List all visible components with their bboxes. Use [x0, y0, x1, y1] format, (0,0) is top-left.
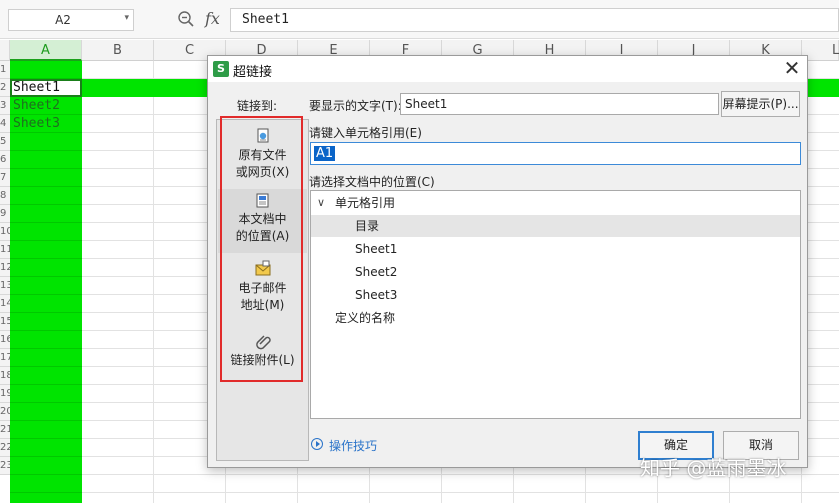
tree-group-cell-reference[interactable]: ∨ 单元格引用 — [311, 192, 800, 214]
tree-item-label: 目录 — [355, 219, 380, 233]
file-web-icon — [257, 128, 268, 143]
location-tree[interactable]: ∨ 单元格引用 目录 Sheet1 Sheet2 Sheet3 定义的名称 — [310, 190, 801, 419]
row-header[interactable]: 17 — [0, 349, 10, 367]
screen-tip-button[interactable]: 屏幕提示(P)... — [721, 91, 800, 117]
row-header[interactable]: 9 — [0, 205, 10, 223]
name-box-value: A2 — [55, 13, 71, 27]
column-header-a[interactable]: A — [10, 40, 82, 61]
link-option-label: 的位置(A) — [235, 229, 290, 243]
row-header[interactable]: 22 — [0, 439, 10, 457]
chevron-down-icon[interactable]: ∨ — [317, 192, 325, 214]
row-header[interactable]: 16 — [0, 331, 10, 349]
tips-link[interactable]: 操作技巧 — [311, 437, 377, 454]
play-circle-icon — [311, 438, 323, 450]
close-icon[interactable]: ✕ — [779, 56, 805, 82]
tree-item-sheet1[interactable]: Sheet1 — [311, 238, 800, 260]
location-label: 请选择文档中的位置(C) — [309, 175, 435, 189]
row-header[interactable]: 5 — [0, 133, 10, 151]
watermark: 知乎 @蓝雨墨冰 — [640, 456, 787, 480]
link-option-this-document[interactable]: 本文档中 的位置(A) — [218, 189, 307, 253]
row-header[interactable]: 23 — [0, 457, 10, 475]
cell-ref-label: 请键入单元格引用(E) — [309, 126, 422, 140]
link-option-email[interactable]: 电子邮件 地址(M) — [218, 258, 307, 320]
dialog-title: 超链接 — [233, 65, 273, 80]
row-header[interactable]: 20 — [0, 403, 10, 421]
cell-ref-value: A1 — [314, 146, 336, 161]
paperclip-icon — [255, 335, 271, 350]
row-header[interactable]: 4 — [0, 115, 10, 133]
display-text-input[interactable]: Sheet1 — [400, 93, 719, 115]
row-header[interactable]: 14 — [0, 295, 10, 313]
row-header[interactable]: 13 — [0, 277, 10, 295]
row-header[interactable]: 19 — [0, 385, 10, 403]
tree-group-label: 定义的名称 — [335, 311, 396, 325]
cell-a3[interactable]: Sheet2 — [13, 97, 60, 115]
formula-value: Sheet1 — [242, 12, 289, 27]
row-header[interactable]: 10 — [0, 223, 10, 241]
row-header[interactable]: 8 — [0, 187, 10, 205]
wps-app-icon: S — [213, 61, 229, 77]
dialog-titlebar[interactable]: S 超链接 ✕ — [208, 56, 807, 82]
tree-group-label: 单元格引用 — [335, 196, 396, 210]
corner-header[interactable] — [0, 40, 10, 61]
hyperlink-dialog: S 超链接 ✕ 链接到: 原有文件 或网页(X) 本文档中 的位置(A) 电子邮… — [207, 55, 808, 468]
row-header[interactable]: 11 — [0, 241, 10, 259]
fx-icon[interactable]: fx — [205, 9, 220, 28]
cell-a2[interactable]: Sheet1 — [13, 79, 60, 97]
tree-item-sheet3[interactable]: Sheet3 — [311, 284, 800, 306]
link-option-label: 链接附件(L) — [230, 353, 295, 367]
email-icon — [255, 260, 270, 276]
tree-item-label: Sheet2 — [355, 265, 398, 279]
link-to-panel: 原有文件 或网页(X) 本文档中 的位置(A) 电子邮件 地址(M) 链接附件(… — [216, 119, 309, 461]
tree-item-label: Sheet1 — [355, 242, 398, 256]
document-place-icon — [256, 193, 268, 208]
row-header[interactable]: 6 — [0, 151, 10, 169]
link-option-existing-file[interactable]: 原有文件 或网页(X) — [218, 125, 307, 187]
link-option-label: 电子邮件 — [238, 281, 287, 295]
formula-bar: A2 ▾ fx Sheet1 — [0, 0, 839, 39]
cell-a4[interactable]: Sheet3 — [13, 115, 60, 133]
tree-item-contents[interactable]: 目录 — [311, 215, 800, 237]
row-header[interactable]: 2 — [0, 79, 10, 97]
tree-item-sheet2[interactable]: Sheet2 — [311, 261, 800, 283]
link-option-label: 本文档中 — [238, 212, 287, 226]
name-box[interactable]: A2 ▾ — [8, 9, 134, 31]
link-option-label: 原有文件 — [238, 148, 287, 162]
column-header-b[interactable]: B — [82, 40, 154, 61]
chevron-down-icon[interactable]: ▾ — [124, 13, 129, 23]
tree-item-label: Sheet3 — [355, 288, 398, 302]
row-header[interactable]: 3 — [0, 97, 10, 115]
formula-input[interactable]: Sheet1 — [230, 8, 839, 32]
row-header[interactable]: 7 — [0, 169, 10, 187]
row-header[interactable]: 18 — [0, 367, 10, 385]
display-text-label: 要显示的文字(T): — [309, 99, 402, 113]
link-option-label: 地址(M) — [240, 298, 285, 312]
row-header[interactable]: 21 — [0, 421, 10, 439]
link-to-label: 链接到: — [237, 99, 278, 113]
link-option-attachment[interactable]: 链接附件(L) — [218, 330, 307, 376]
tree-group-defined-names[interactable]: 定义的名称 — [311, 307, 800, 329]
row-header[interactable]: 12 — [0, 259, 10, 277]
zoom-icon[interactable] — [177, 10, 195, 28]
cell-ref-input[interactable]: A1 — [310, 142, 801, 165]
link-option-label: 或网页(X) — [235, 165, 290, 179]
row-header[interactable]: 1 — [0, 61, 10, 79]
row-header[interactable]: 15 — [0, 313, 10, 331]
